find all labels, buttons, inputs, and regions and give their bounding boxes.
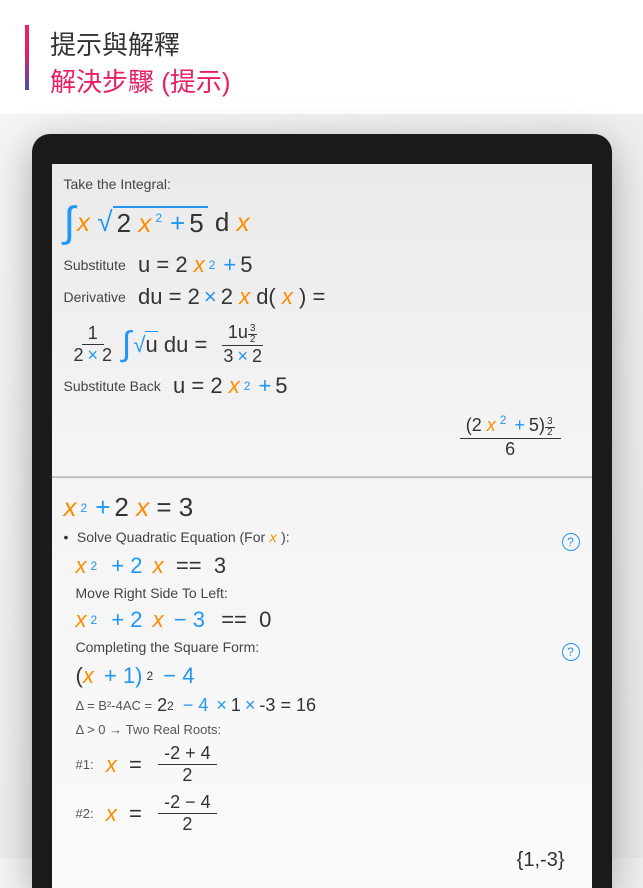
title-line-1: 提示與解釋 (50, 25, 613, 62)
fraction: 1u32 3×2 (217, 322, 268, 367)
derivative-line: Derivative du = 2×2 x d( x ) = (64, 284, 580, 310)
integral-result-line: 1 2×2 ∫ √u du = 1u32 3×2 (64, 322, 580, 367)
quadratic-section: x2+2 x = 3 ? • Solve Quadratic Equation … (52, 477, 592, 888)
integral-title: Take the Integral: (64, 176, 580, 192)
roots-label: Δ > 0 → Two Real Roots: (76, 722, 580, 737)
eq-step-2: x2 + 2 x − 3 == 0 (76, 607, 580, 633)
page-header: 提示與解釋 解決步驟 (提示) (0, 0, 643, 114)
complete-square-step: ? Completing the Square Form: (76, 639, 580, 657)
help-icon[interactable]: ? (562, 533, 580, 551)
help-icon[interactable]: ? (562, 643, 580, 661)
move-label: Move Right Side To Left: (76, 585, 580, 601)
integral-section: Take the Integral: ∫ x √ 2 x2+5 d x Subs… (52, 164, 592, 477)
substitute-back-line: Substitute Back u = 2 x2+5 (64, 373, 580, 399)
tablet-frame: Take the Integral: ∫ x √ 2 x2+5 d x Subs… (32, 134, 612, 888)
substitute-line: Substitute u = 2 x2+5 (64, 252, 580, 278)
integral-final-answer: (2 x2+5)32 6 (64, 405, 580, 468)
bullet-icon: • (64, 529, 69, 545)
var-x: x (77, 207, 90, 238)
title-line-2: 解決步驟 (提示) (50, 62, 613, 99)
sqrt: √ 2 x2+5 (97, 206, 207, 239)
integral-expression: ∫ x √ 2 x2+5 d x (64, 198, 580, 246)
sqrt-icon: √ (133, 332, 145, 358)
screen: Take the Integral: ∫ x √ 2 x2+5 d x Subs… (52, 164, 592, 888)
root-1: #1: x = -2 + 42 (76, 743, 580, 786)
solve-step: ? • Solve Quadratic Equation (For x ): (64, 529, 580, 547)
root-2: #2: x = -2 − 42 (76, 792, 580, 835)
completed-square: (x + 1)2 − 4 (76, 663, 580, 689)
integral-sign-icon: ∫ (64, 198, 76, 246)
quadratic-answer: {1,-3} (64, 841, 580, 880)
integral-sign-icon: ∫ (122, 325, 131, 364)
quadratic-problem: x2+2 x = 3 (64, 492, 580, 523)
sqrt-icon: √ (97, 206, 112, 238)
eq-step-1: x2 + 2 x == 3 (76, 553, 580, 579)
fraction: 1 2×2 (68, 323, 119, 366)
accent-bar (25, 25, 29, 90)
discriminant: Δ = B²-4AC = 22 − 4×1×-3 = 16 (76, 695, 580, 716)
